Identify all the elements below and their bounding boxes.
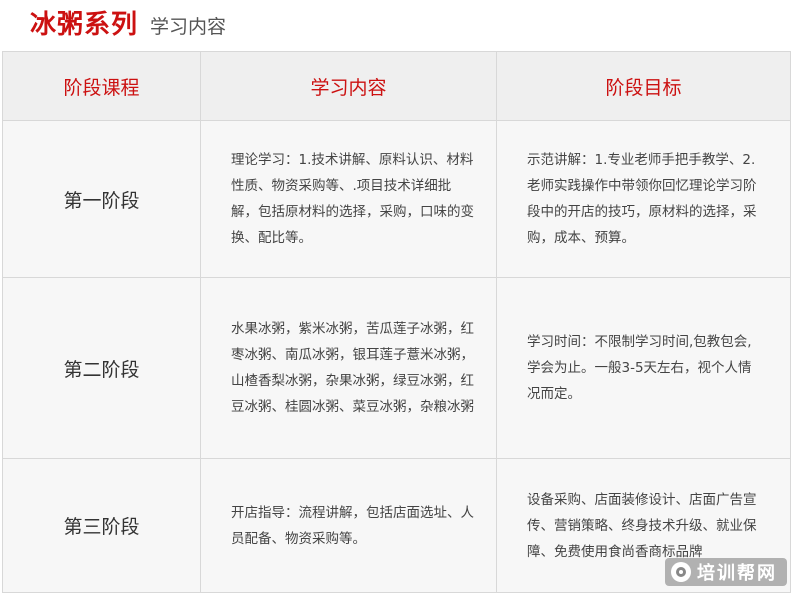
goal-text: 示范讲解：1.专业老师手把手教学、2.老师实践操作中带领你回忆理论学习阶段中的开…: [527, 152, 757, 246]
content-cell: 水果冰粥，紫米冰粥，苦瓜莲子冰粥，红枣冰粥、南瓜冰粥，银耳莲子薏米冰粥，山楂香梨…: [200, 277, 497, 459]
content-text: 水果冰粥，紫米冰粥，苦瓜莲子冰粥，红枣冰粥、南瓜冰粥，银耳莲子薏米冰粥，山楂香梨…: [231, 321, 474, 415]
column-header-goal: 阶段目标: [496, 51, 791, 121]
column-header-stage: 阶段课程: [2, 51, 201, 121]
watermark: 培训帮网: [665, 558, 787, 586]
series-subtitle: 学习内容: [150, 16, 227, 38]
stage-cell: 第三阶段: [2, 458, 201, 593]
content-cell: 开店指导：流程讲解，包括店面选址、人员配备、物资采购等。: [200, 458, 497, 593]
goal-cell: 学习时间：不限制学习时间,包教包会,学会为止。一般3-5天左右，视个人情况而定。: [496, 277, 791, 459]
content-text: 理论学习：1.技术讲解、原料认识、材料性质、物资采购等、.项目技术详细批解，包括…: [231, 152, 474, 246]
goal-text: 学习时间：不限制学习时间,包教包会,学会为止。一般3-5天左右，视个人情况而定。: [527, 334, 752, 402]
watermark-text: 培训帮网: [697, 563, 777, 584]
goal-text: 设备采购、店面装修设计、店面广告宣传、营销策略、终身技术升级、就业保障、免费使用…: [527, 491, 757, 560]
content-cell: 理论学习：1.技术讲解、原料认识、材料性质、物资采购等、.项目技术详细批解，包括…: [200, 120, 497, 278]
series-title: 冰粥系列: [30, 10, 139, 40]
content-text: 开店指导：流程讲解，包括店面选址、人员配备、物资采购等。: [231, 504, 474, 547]
page-header: 冰粥系列 学习内容: [30, 4, 226, 40]
table-row: 第一阶段 理论学习：1.技术讲解、原料认识、材料性质、物资采购等、.项目技术详细…: [2, 120, 791, 278]
course-table: 阶段课程 学习内容 阶段目标 第一阶段 理论学习：1.技术讲解、原料认识、材料性…: [2, 51, 791, 593]
column-header-content: 学习内容: [200, 51, 497, 121]
stage-cell: 第一阶段: [2, 120, 201, 278]
goal-cell: 示范讲解：1.专业老师手把手教学、2.老师实践操作中带领你回忆理论学习阶段中的开…: [496, 120, 791, 278]
logo-icon: [671, 562, 691, 582]
stage-cell: 第二阶段: [2, 277, 201, 459]
table-row: 第二阶段 水果冰粥，紫米冰粥，苦瓜莲子冰粥，红枣冰粥、南瓜冰粥，银耳莲子薏米冰粥…: [2, 277, 791, 459]
table-header-row: 阶段课程 学习内容 阶段目标: [2, 51, 791, 121]
